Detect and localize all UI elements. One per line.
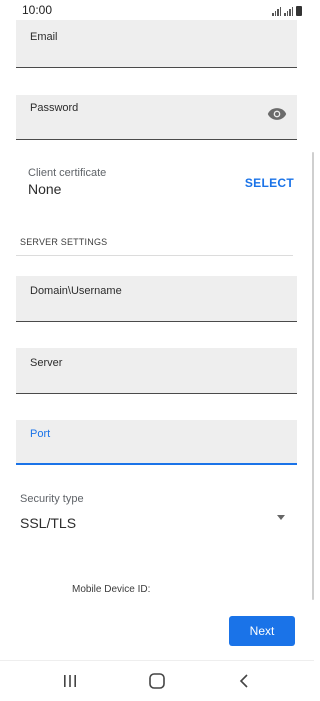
port-label: Port — [30, 428, 51, 440]
password-label: Password — [30, 102, 79, 114]
status-icons — [272, 4, 302, 16]
security-type-select[interactable]: SSL/TLS — [20, 515, 76, 531]
status-time: 10:00 — [22, 3, 53, 17]
security-type-label: Security type — [20, 493, 84, 505]
mobile-device-id-label: Mobile Device ID: — [72, 584, 151, 595]
email-label: Email — [30, 31, 58, 43]
back-icon[interactable] — [235, 673, 255, 689]
recent-apps-icon[interactable] — [60, 673, 80, 689]
section-divider — [16, 255, 293, 256]
status-bar: 10:00 — [0, 0, 314, 20]
client-certificate-label: Client certificate — [28, 167, 107, 179]
cell-signal-icon — [284, 7, 293, 16]
domain-username-field[interactable]: Domain\Username — [16, 276, 297, 322]
navigation-bar — [0, 660, 314, 701]
port-field[interactable]: Port — [16, 420, 297, 465]
server-label: Server — [30, 357, 63, 369]
server-settings-header: SERVER SETTINGS — [20, 237, 108, 247]
select-certificate-button[interactable]: SELECT — [245, 176, 294, 190]
chevron-down-icon[interactable] — [277, 515, 285, 520]
server-field[interactable]: Server — [16, 348, 297, 394]
email-field[interactable]: Email — [16, 20, 297, 68]
eye-icon[interactable] — [267, 107, 287, 121]
client-certificate-value: None — [28, 181, 62, 197]
domain-username-label: Domain\Username — [30, 285, 122, 297]
wifi-signal-icon — [272, 7, 281, 16]
next-button[interactable]: Next — [229, 616, 295, 646]
scrollbar[interactable] — [312, 152, 314, 600]
battery-icon — [296, 6, 302, 16]
home-icon[interactable] — [147, 673, 167, 689]
password-field[interactable]: Password — [16, 95, 297, 140]
